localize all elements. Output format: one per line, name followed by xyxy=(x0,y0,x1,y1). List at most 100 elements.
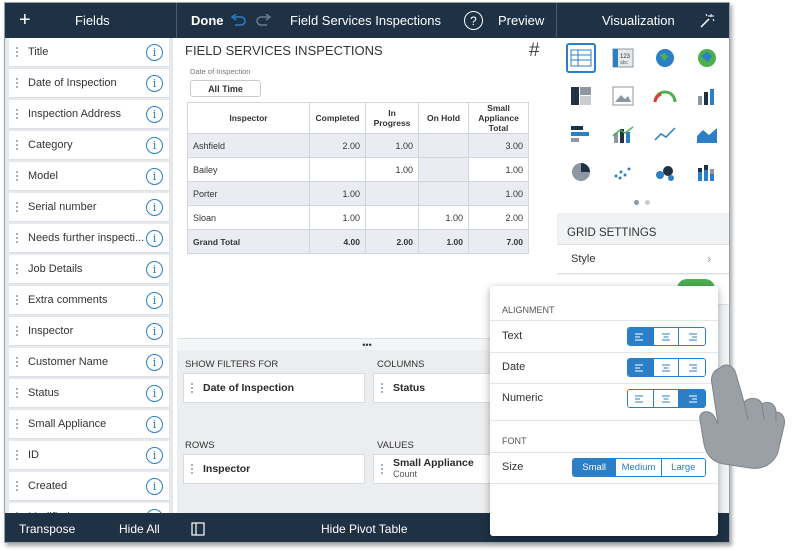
style-row[interactable]: Style › xyxy=(557,244,729,274)
done-button[interactable]: Done xyxy=(191,3,224,38)
column-header[interactable]: On Hold xyxy=(418,102,469,134)
align-center-icon[interactable] xyxy=(653,328,680,345)
field-item[interactable]: Serial number i xyxy=(9,193,169,222)
field-item[interactable]: Date of Inspection i xyxy=(9,69,169,98)
bubble-icon[interactable] xyxy=(650,157,680,187)
drag-handle-icon[interactable] xyxy=(12,441,22,470)
hide-all-button[interactable]: Hide All xyxy=(119,513,160,542)
preview-button[interactable]: Preview xyxy=(498,3,544,38)
field-item[interactable]: Job Details i xyxy=(9,255,169,284)
drag-handle-icon[interactable] xyxy=(12,255,22,284)
info-icon[interactable]: i xyxy=(146,74,163,92)
info-icon[interactable]: i xyxy=(146,136,163,154)
field-item[interactable]: Title i xyxy=(9,38,169,67)
drag-handle-icon[interactable] xyxy=(12,348,22,377)
drag-handle-icon[interactable] xyxy=(377,456,387,482)
align-left-icon[interactable] xyxy=(628,328,654,345)
add-field-button[interactable]: + xyxy=(19,3,31,38)
drag-handle-icon[interactable] xyxy=(12,503,22,513)
rows-pill[interactable]: Inspector xyxy=(183,454,365,484)
align-center-icon[interactable] xyxy=(653,359,680,376)
align-right-icon[interactable] xyxy=(679,328,705,345)
area-icon[interactable] xyxy=(692,119,722,149)
drag-handle-icon[interactable] xyxy=(12,224,22,253)
map-pin-icon[interactable] xyxy=(650,43,680,73)
drag-handle-icon[interactable] xyxy=(12,410,22,439)
table-row[interactable]: Sloan 1.00 1.00 2.00 xyxy=(187,205,529,230)
sidebar-toggle-icon[interactable] xyxy=(191,513,205,542)
page-dot[interactable] xyxy=(645,200,650,205)
font-size-medium-button[interactable]: Medium xyxy=(616,459,662,476)
filters-pill[interactable]: Date of Inspection xyxy=(183,373,365,403)
drag-handle-icon[interactable] xyxy=(12,131,22,160)
drag-handle-icon[interactable] xyxy=(12,472,22,501)
field-item[interactable]: ID i xyxy=(9,441,169,470)
grid-icon[interactable] xyxy=(566,43,596,73)
column-header[interactable]: Inspector xyxy=(187,102,310,134)
drag-handle-icon[interactable] xyxy=(12,69,22,98)
field-item[interactable]: Model i xyxy=(9,162,169,191)
field-item[interactable]: Inspection Address i xyxy=(9,100,169,129)
field-item[interactable]: Customer Name i xyxy=(9,348,169,377)
drag-handle-icon[interactable] xyxy=(12,100,22,129)
column-header[interactable]: Small Appliance Total xyxy=(468,102,529,134)
align-left-icon[interactable] xyxy=(628,359,654,376)
stacked-column-icon[interactable] xyxy=(692,157,722,187)
info-icon[interactable]: i xyxy=(146,415,163,433)
redo-icon[interactable] xyxy=(255,3,273,38)
field-item[interactable]: Status i xyxy=(9,379,169,408)
treemap-icon[interactable] xyxy=(692,43,722,73)
bar-icon[interactable] xyxy=(566,119,596,149)
column-header[interactable]: Completed xyxy=(309,102,366,134)
drag-handle-icon[interactable] xyxy=(12,193,22,222)
field-item[interactable]: Category i xyxy=(9,131,169,160)
hide-pivot-table-button[interactable]: Hide Pivot Table xyxy=(321,513,408,542)
info-icon[interactable]: i xyxy=(146,446,163,464)
help-button[interactable]: ? xyxy=(464,3,483,38)
line-icon[interactable] xyxy=(650,119,680,149)
drag-handle-icon[interactable] xyxy=(12,379,22,408)
hash-icon[interactable]: # xyxy=(529,40,540,62)
info-icon[interactable]: i xyxy=(146,353,163,371)
transpose-button[interactable]: Transpose xyxy=(19,513,75,542)
info-icon[interactable]: i xyxy=(146,291,163,309)
drag-handle-icon[interactable] xyxy=(187,456,197,482)
undo-icon[interactable] xyxy=(229,3,247,38)
magic-wand-icon[interactable] xyxy=(699,3,715,38)
column-header[interactable]: In Progress xyxy=(365,102,419,134)
align-center-icon[interactable] xyxy=(653,390,680,407)
field-item[interactable]: Modifiedi xyxy=(9,503,169,513)
image-icon[interactable] xyxy=(608,81,638,111)
combo-icon[interactable] xyxy=(608,119,638,149)
table-row[interactable]: Porter 1.00 1.00 xyxy=(187,181,529,206)
info-icon[interactable]: i xyxy=(146,477,163,495)
grand-total-row[interactable]: Grand Total 4.00 2.00 1.00 7.00 xyxy=(187,229,529,254)
drag-handle-icon[interactable] xyxy=(187,375,197,401)
pivot-icon[interactable] xyxy=(566,81,596,111)
info-icon[interactable]: i xyxy=(146,322,163,340)
info-icon[interactable]: i xyxy=(146,43,163,61)
drag-handle-icon[interactable] xyxy=(12,162,22,191)
info-icon[interactable]: i xyxy=(146,167,163,185)
info-icon[interactable]: i xyxy=(146,229,163,247)
drag-handle-icon[interactable] xyxy=(12,38,22,67)
drag-handle-icon[interactable] xyxy=(12,317,22,346)
field-item[interactable]: Small Appliance i xyxy=(9,410,169,439)
gauge-icon[interactable] xyxy=(650,81,680,111)
info-icon[interactable]: i xyxy=(146,260,163,278)
font-size-small-button[interactable]: Small xyxy=(573,459,617,476)
date-filter-button[interactable]: All Time xyxy=(190,80,261,97)
align-left-icon[interactable] xyxy=(628,390,654,407)
info-icon[interactable]: i xyxy=(146,384,163,402)
drag-handle-icon[interactable] xyxy=(377,375,387,401)
field-item[interactable]: Extra comments i xyxy=(9,286,169,315)
field-item[interactable]: Inspector i xyxy=(9,317,169,346)
page-dot[interactable] xyxy=(634,200,639,205)
text-icon[interactable]: 123 abc xyxy=(608,43,638,73)
text-align-control[interactable] xyxy=(627,327,706,346)
column-icon[interactable] xyxy=(692,81,722,111)
table-row[interactable]: Bailey 1.00 1.00 xyxy=(187,157,529,182)
field-item[interactable]: Created i xyxy=(9,472,169,501)
font-size-control[interactable]: Small Medium Large xyxy=(572,458,706,477)
drag-handle-icon[interactable] xyxy=(12,286,22,315)
